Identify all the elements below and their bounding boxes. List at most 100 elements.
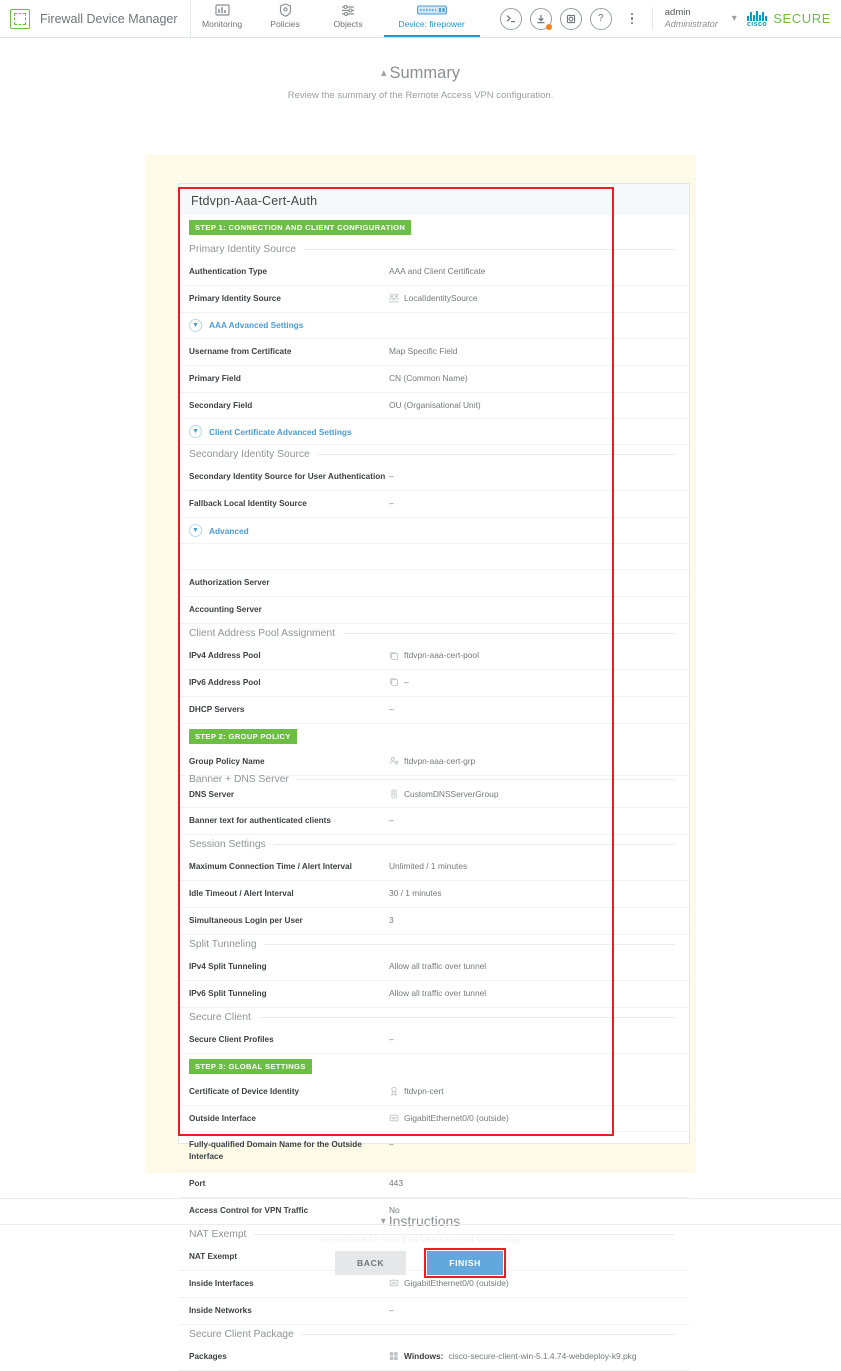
chevron-down-icon[interactable]: ▾ xyxy=(732,13,737,24)
summary-row-value: AAA and Client Certificate xyxy=(389,266,679,278)
network-object-icon xyxy=(389,651,399,661)
summary-card-title: Ftdvpn-Aaa-Cert-Auth xyxy=(179,184,689,215)
section-header: Session Settings xyxy=(179,835,689,854)
nav-tab-objects[interactable]: Objects xyxy=(317,0,380,37)
summary-row-value-text: – xyxy=(389,1139,394,1150)
tasks-icon[interactable] xyxy=(559,7,582,30)
summary-row-value: 443 xyxy=(389,1178,679,1190)
summary-row-value: – xyxy=(389,471,679,483)
summary-row-value-text: Allow all traffic over tunnel xyxy=(389,987,487,998)
summary-row-value-text: ftdvpn-aaa-cert-grp xyxy=(404,755,476,766)
section-header-rule xyxy=(273,844,675,846)
nav-tab-policies[interactable]: Policies xyxy=(254,0,317,37)
chevron-down-circle-icon[interactable]: ▼ xyxy=(189,318,202,332)
summary-row-value-text: – xyxy=(404,676,409,687)
section-header-rule xyxy=(301,1333,675,1335)
summary-row-value: – xyxy=(389,498,679,510)
section-header-rule xyxy=(296,778,675,780)
kebab-menu-icon[interactable] xyxy=(624,12,640,25)
summary-row-key: Maximum Connection Time / Alert Interval xyxy=(189,862,352,872)
deploy-icon[interactable] xyxy=(529,7,552,30)
expandable-link-row[interactable]: ▼ Advanced xyxy=(179,518,689,545)
summary-row-value-text: – xyxy=(389,1033,394,1044)
section-header-label: Session Settings xyxy=(189,839,266,851)
secure-wordmark: SECURE xyxy=(773,11,831,26)
summary-row-key: Secondary Field xyxy=(189,400,253,410)
chevron-down-circle-icon[interactable]: ▼ xyxy=(189,425,202,439)
summary-row-value-text: ftdvpn-cert xyxy=(404,1085,444,1096)
section-header: Client Address Pool Assignment xyxy=(179,624,689,643)
chevron-up-icon[interactable]: ▴ xyxy=(381,67,387,79)
summary-row-key: Fully-qualified Domain Name for the Outs… xyxy=(189,1140,362,1162)
summary-row-key: Primary Field xyxy=(189,373,241,383)
summary-row-value-text: AAA and Client Certificate xyxy=(389,266,486,276)
summary-row: DHCP Servers – xyxy=(179,697,689,724)
summary-row: Fully-qualified Domain Name for the Outs… xyxy=(179,1132,689,1172)
summary-row-key: Primary Identity Source xyxy=(189,293,281,303)
section-header: Secure Client Package xyxy=(179,1325,689,1344)
section-header-label: Banner + DNS Server xyxy=(189,773,289,785)
summary-row-key: Authentication Type xyxy=(189,267,268,276)
summary-row-value: LocalIdentitySource xyxy=(389,293,679,305)
step-badge-row: STEP 3: GLOBAL SETTINGS xyxy=(179,1054,689,1079)
summary-row-value: 3 xyxy=(389,915,679,927)
summary-row: Simultaneous Login per User 3 xyxy=(179,908,689,936)
section-header-rule xyxy=(264,944,675,946)
summary-row-value: 30 / 1 minutes xyxy=(389,888,679,900)
monitoring-icon xyxy=(214,3,230,17)
cli-console-icon[interactable] xyxy=(499,7,522,30)
finish-button[interactable]: FINISH xyxy=(427,1251,503,1275)
summary-row: Certificate of Device Identity ftdvpn-cer… xyxy=(179,1079,689,1106)
summary-row-value-text: – xyxy=(389,471,394,482)
summary-row-value: CustomDNSServerGroup xyxy=(389,789,679,801)
expandable-link-row[interactable]: ▼ Client Certificate Advanced Settings xyxy=(179,419,689,446)
summary-row: Fallback Local Identity Source – xyxy=(179,491,689,519)
section-header: Secondary Identity Source xyxy=(179,445,689,464)
help-icon[interactable]: ? xyxy=(589,7,612,30)
package-icon xyxy=(389,1351,399,1361)
nav-tab-monitoring-label: Monitoring xyxy=(202,19,243,29)
summary-row-value-text: Unlimited / 1 minutes xyxy=(389,861,468,872)
objects-icon xyxy=(341,3,355,17)
summary-row-value: – xyxy=(389,677,679,689)
summary-row: Authorization Server xyxy=(179,570,689,598)
back-button[interactable]: BACK xyxy=(334,1251,407,1275)
summary-row-value-text: LocalIdentitySource xyxy=(404,292,478,303)
section-header-rule xyxy=(258,1016,675,1018)
summary-row-key: IPv6 Split Tunneling xyxy=(189,988,267,998)
summary-row-value-text: Allow all traffic over tunnel xyxy=(389,961,487,972)
summary-row-value-text: ftdvpn-aaa-cert-pool xyxy=(404,650,479,661)
summary-header: ▴ Summary Review the summary of the Remot… xyxy=(0,38,841,101)
expandable-link-row[interactable]: ▼ AAA Advanced Settings xyxy=(179,313,689,339)
summary-row-value: Windows: cisco-secure-client-win-5.1.4.74… xyxy=(389,1351,679,1363)
summary-card: Ftdvpn-Aaa-Cert-Auth STEP 1: CONNECTION … xyxy=(178,183,690,1371)
summary-row-key: Secondary Identity Source for User Authe… xyxy=(189,472,386,482)
page-content: ▴ Summary Review the summary of the Remot… xyxy=(0,38,841,1371)
summary-row-key: Packages xyxy=(189,1351,227,1361)
summary-row-value-prefix: Windows: xyxy=(404,1350,444,1361)
step-badge: STEP 2: GROUP POLICY xyxy=(189,728,297,744)
summary-row-value: – xyxy=(389,1305,679,1317)
section-header-label: Secondary Identity Source xyxy=(189,449,310,461)
nav-tab-policies-label: Policies xyxy=(270,19,300,29)
section-header-rule xyxy=(304,249,675,250)
device-icon xyxy=(416,3,447,17)
chevron-down-circle-icon[interactable]: ▼ xyxy=(189,524,202,538)
summary-row: IPv4 Split Tunneling Allow all traffic ov… xyxy=(179,954,689,981)
spacer-row xyxy=(179,544,689,571)
summary-row-value-text: 30 / 1 minutes xyxy=(389,888,442,899)
summary-row: Idle Timeout / Alert Interval 30 / 1 minu… xyxy=(179,881,689,909)
nav-tab-monitoring[interactable]: Monitoring xyxy=(191,0,254,37)
section-header-label: Secure Client Package xyxy=(189,1328,294,1340)
shield-icon xyxy=(279,3,292,17)
user-info[interactable]: admin Administrator xyxy=(651,7,718,30)
nav-tab-device[interactable]: Device: firepower xyxy=(380,0,484,37)
summary-row-value: – xyxy=(389,1139,679,1151)
dns-server-icon xyxy=(389,789,399,799)
expandable-link-label: Advanced xyxy=(209,525,249,536)
summary-row: Username from Certificate Map Specific Fi… xyxy=(179,339,689,366)
summary-row-value-text: 3 xyxy=(389,915,394,926)
summary-row-value: Unlimited / 1 minutes xyxy=(389,861,679,873)
nav-tab-device-label: Device: firepower xyxy=(398,19,465,29)
summary-row-value-text: GigabitEthernet0/0 (outside) xyxy=(404,1112,509,1123)
